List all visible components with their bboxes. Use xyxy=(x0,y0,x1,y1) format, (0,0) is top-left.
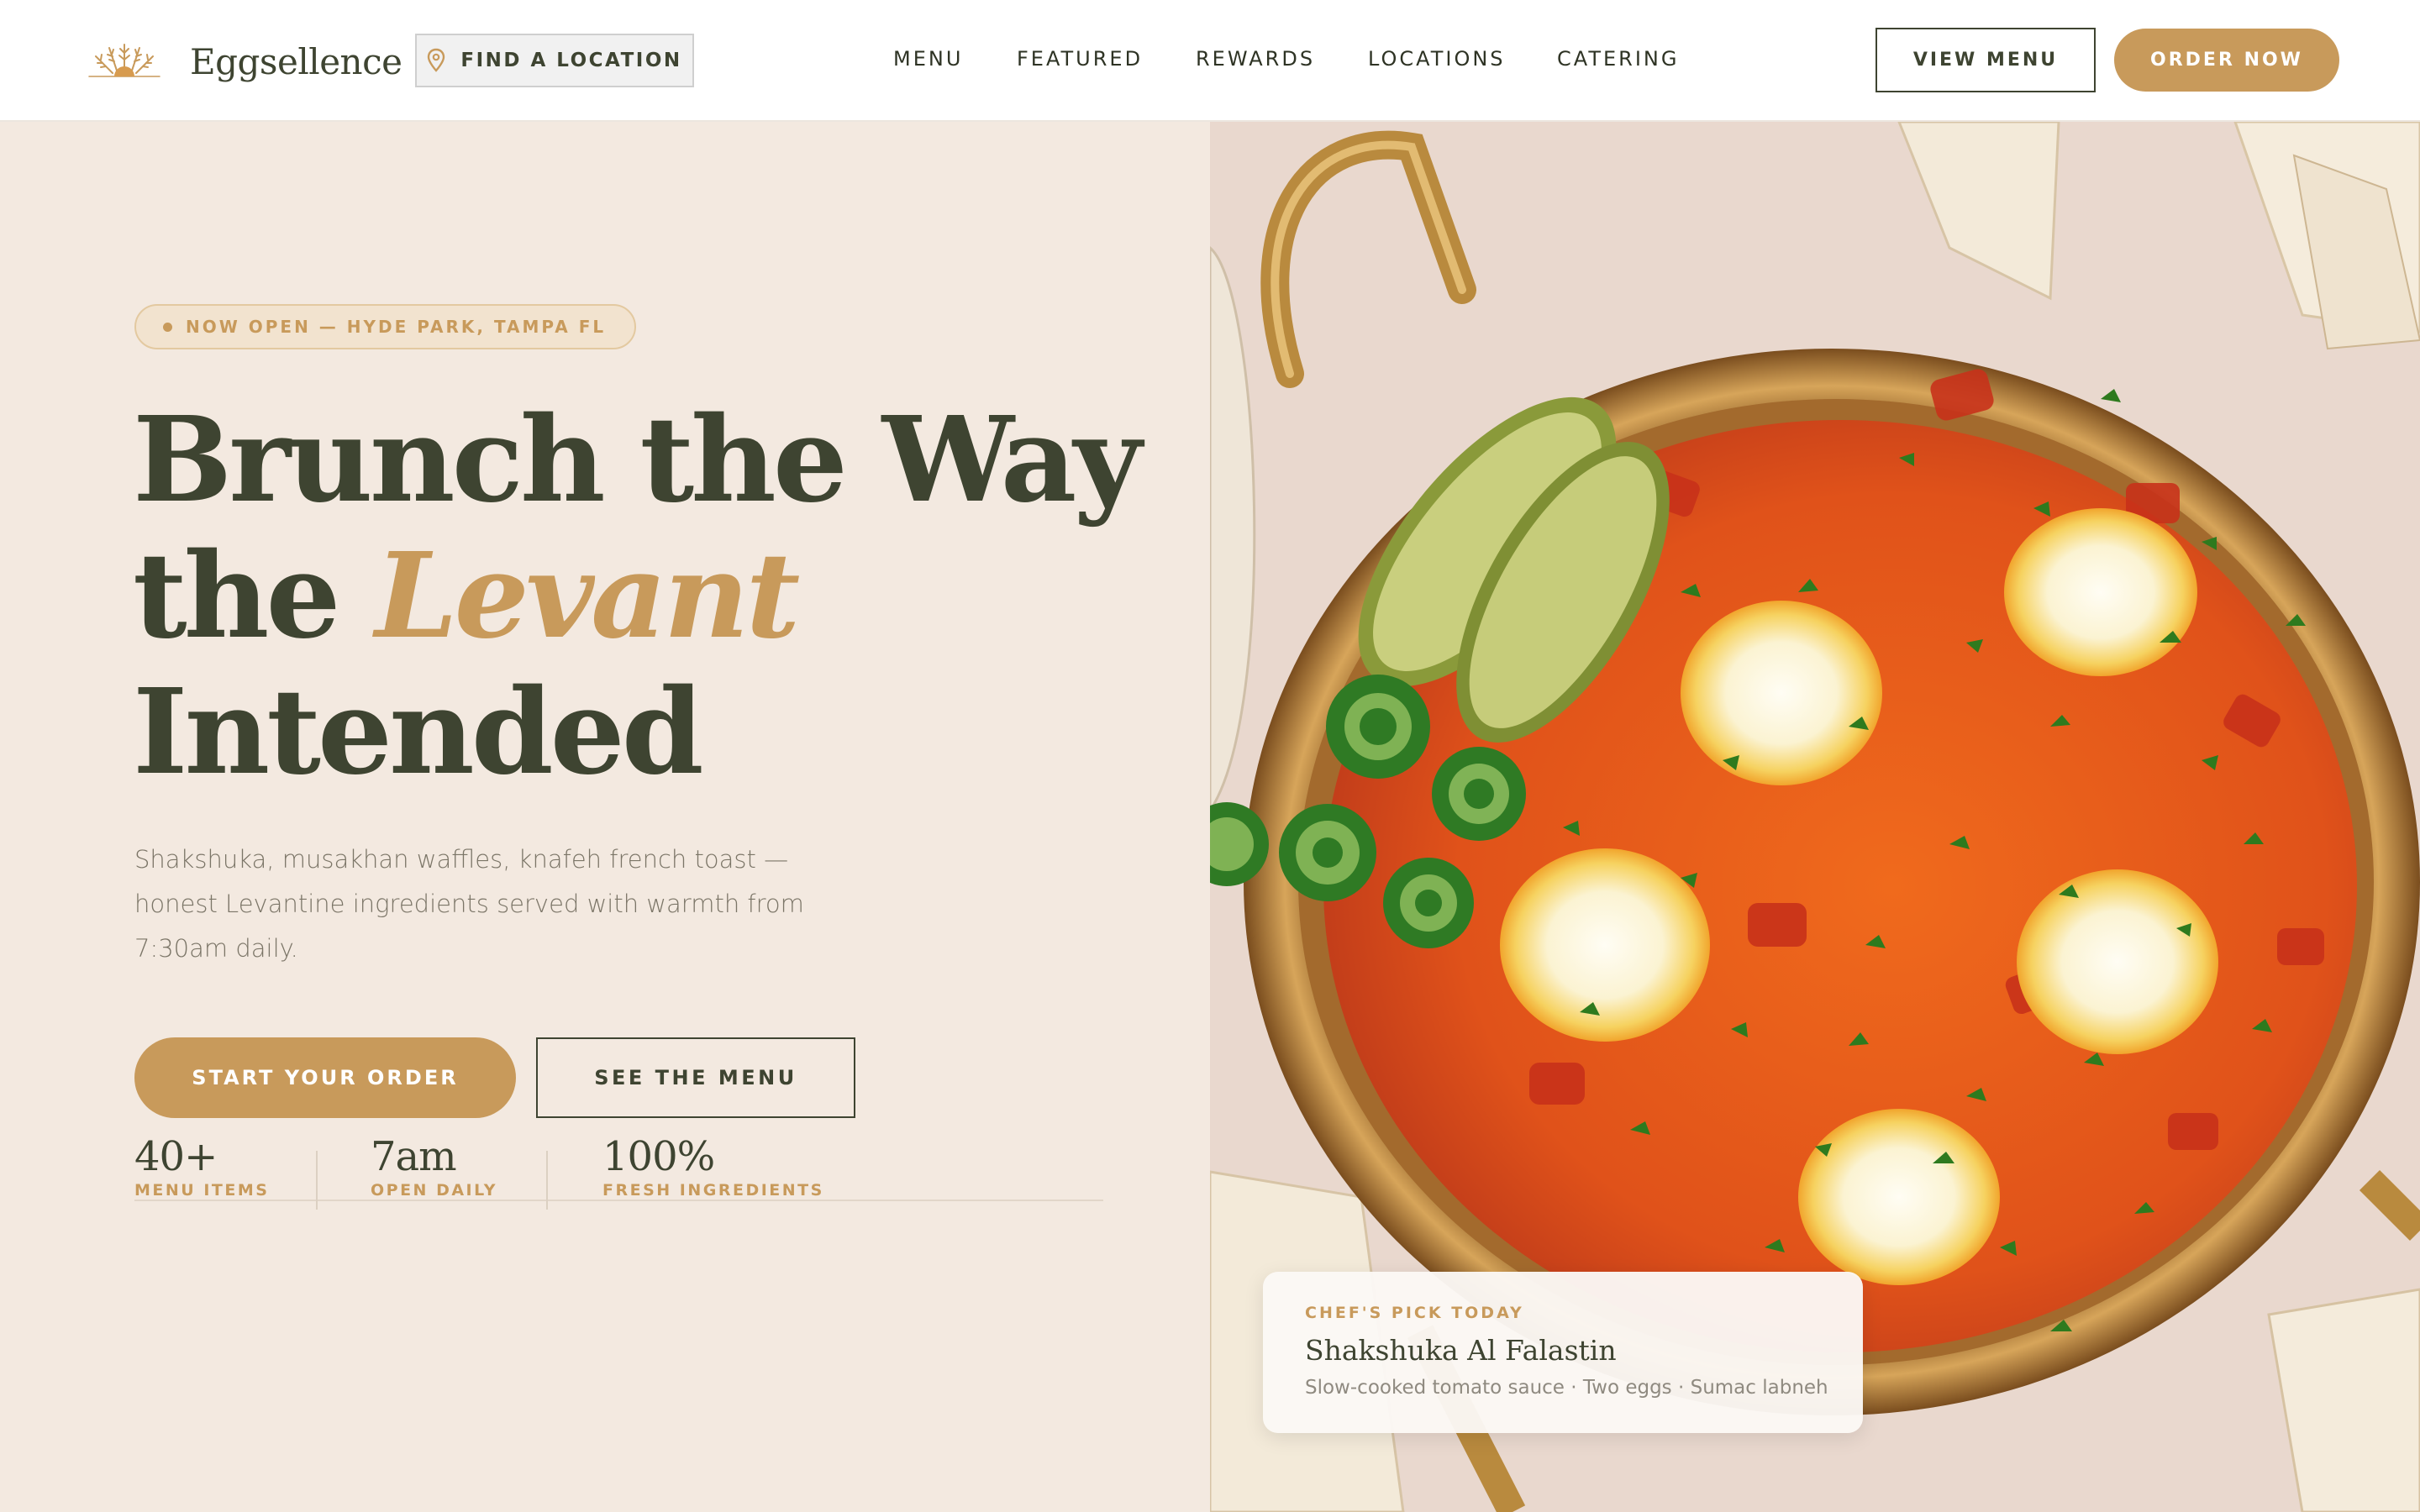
view-menu-button[interactable]: VIEW MENU xyxy=(1876,28,2096,92)
headline-line-2-prefix: the xyxy=(133,528,376,665)
stat-value: 100% xyxy=(602,1133,715,1180)
stat-value: 7am xyxy=(371,1133,457,1180)
nav-link-catering[interactable]: CATERING xyxy=(1557,47,1679,71)
map-pin-icon xyxy=(428,48,445,72)
stat-separator xyxy=(316,1151,318,1210)
see-menu-button[interactable]: SEE THE MENU xyxy=(536,1037,855,1118)
site-header: Eggsellence FIND A LOCATION MENU FEATURE… xyxy=(0,0,2420,122)
chef-pick-description: Slow-cooked tomato sauce · Two eggs · Su… xyxy=(1305,1377,1828,1399)
nav-link-locations[interactable]: LOCATIONS xyxy=(1368,47,1506,71)
stat-menu-items: 40+ MENU ITEMS xyxy=(134,1136,269,1200)
location-badge-text: NOW OPEN — HYDE PARK, TAMPA FL xyxy=(186,317,607,337)
chef-pick-card[interactable]: CHEF'S PICK TODAY Shakshuka Al Falastin … xyxy=(1263,1272,1863,1433)
stat-label: FRESH INGREDIENTS xyxy=(602,1181,824,1200)
hero-headline: Brunch the Way the Levant Intended xyxy=(133,392,1175,801)
headline-accent-word: Levant xyxy=(375,528,800,665)
location-badge: NOW OPEN — HYDE PARK, TAMPA FL xyxy=(134,304,637,349)
brand-logo[interactable]: Eggsellence xyxy=(84,32,402,91)
headline-line-1: Brunch the Way xyxy=(133,391,1142,529)
chef-pick-dish-name: Shakshuka Al Falastin xyxy=(1305,1334,1617,1367)
status-dot-icon xyxy=(163,322,172,332)
brand-name: Eggsellence xyxy=(190,40,402,82)
chef-pick-kicker: CHEF'S PICK TODAY xyxy=(1305,1304,1524,1322)
stats-divider xyxy=(134,1200,1103,1201)
stat-separator xyxy=(546,1151,548,1210)
find-location-label: FIND A LOCATION xyxy=(460,50,682,71)
stat-label: OPEN DAILY xyxy=(371,1181,498,1200)
hero-description: Shakshuka, musakhan waffles, knafeh fren… xyxy=(134,845,804,963)
stat-value: 40+ xyxy=(134,1133,218,1180)
sunrise-wheat-logo-icon xyxy=(88,44,160,77)
find-location-button[interactable]: FIND A LOCATION xyxy=(415,34,694,87)
headline-line-3: Intended xyxy=(133,664,704,801)
order-now-button[interactable]: ORDER NOW xyxy=(2114,29,2339,92)
stat-fresh-ingredients: 100% FRESH INGREDIENTS xyxy=(602,1136,824,1200)
start-order-button[interactable]: START YOUR ORDER xyxy=(134,1037,516,1118)
stat-open-daily: 7am OPEN DAILY xyxy=(371,1136,497,1200)
nav-link-rewards[interactable]: REWARDS xyxy=(1196,47,1315,71)
nav-link-menu[interactable]: MENU xyxy=(893,47,963,71)
stat-label: MENU ITEMS xyxy=(134,1181,270,1200)
hero-content: NOW OPEN — HYDE PARK, TAMPA FL Brunch th… xyxy=(0,122,1210,1512)
nav-link-featured[interactable]: FEATURED xyxy=(1017,47,1143,71)
